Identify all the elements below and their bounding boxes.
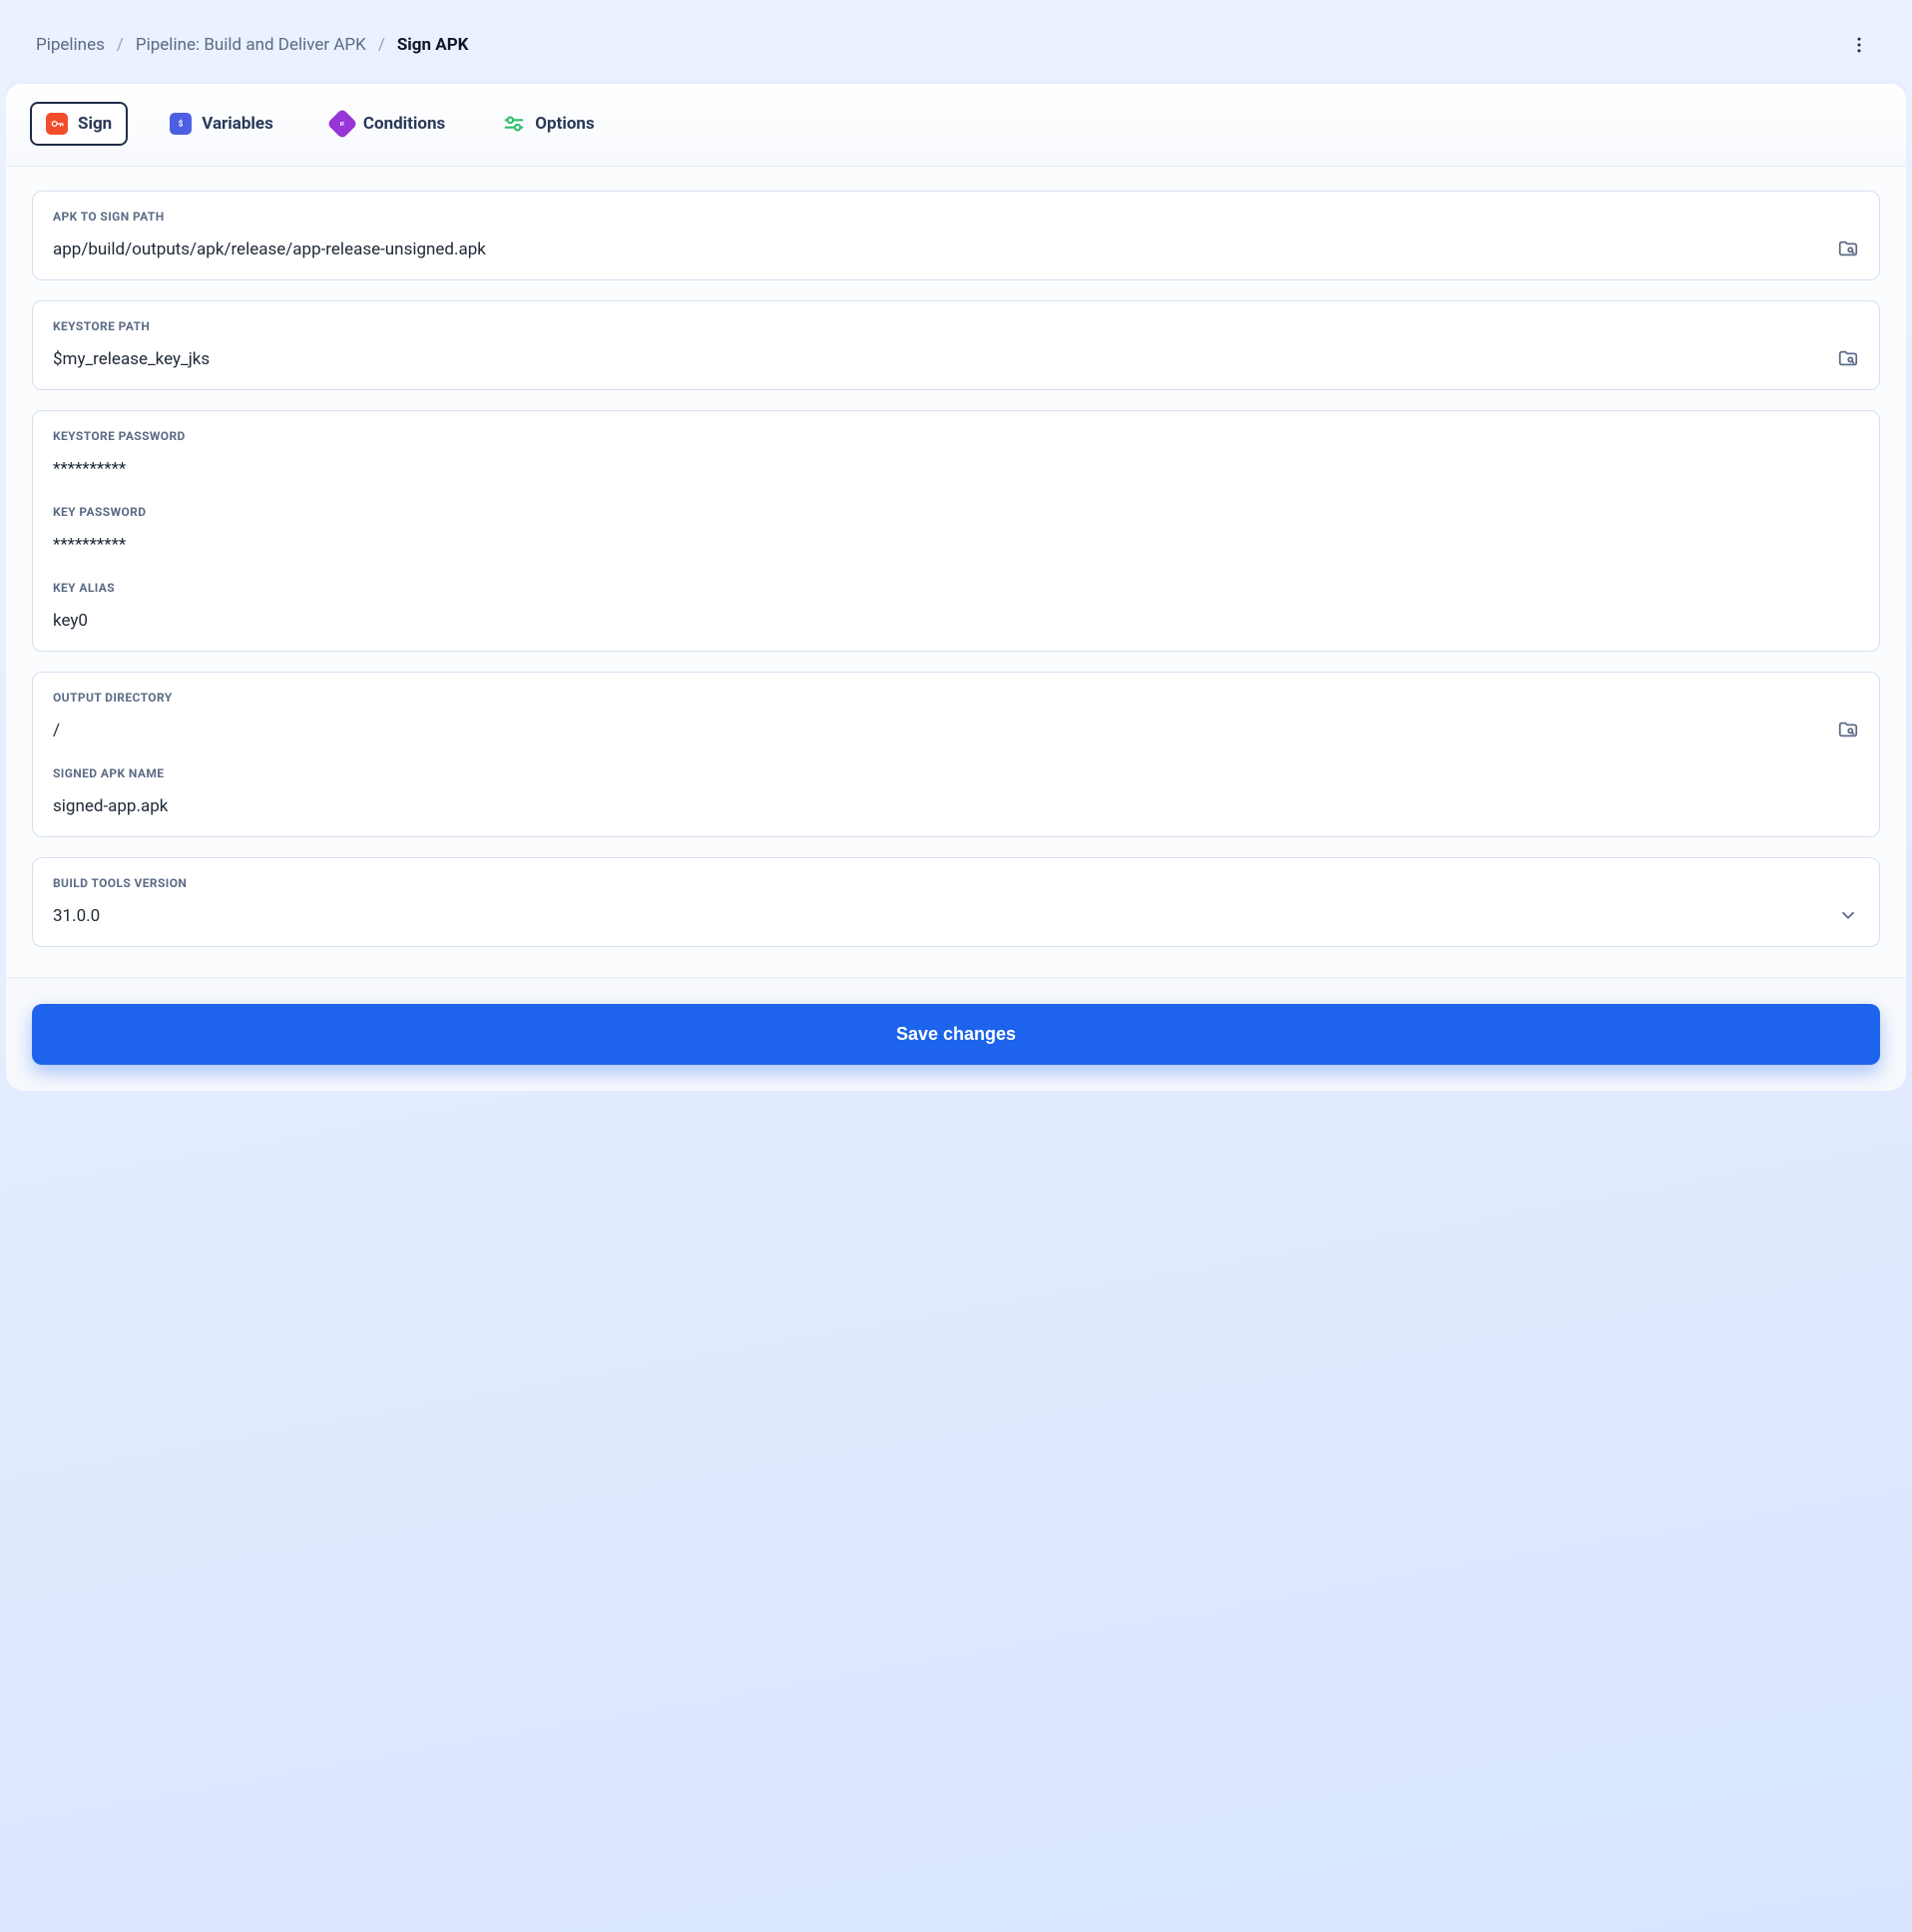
save-button[interactable]: Save changes <box>32 1004 1880 1065</box>
label-key-alias: KEY ALIAS <box>53 581 1859 595</box>
breadcrumb-separator: / <box>378 35 385 55</box>
group-output: OUTPUT DIRECTORY SIGNED APK NA <box>32 672 1880 837</box>
tab-options[interactable]: Options <box>487 102 610 146</box>
apk-path-input[interactable] <box>53 236 1821 261</box>
key-icon <box>46 113 68 135</box>
form-content: APK TO SIGN PATH <box>6 167 1906 977</box>
config-card: Sign $ Variables IF Conditions <box>6 84 1906 1091</box>
keystore-password-input[interactable] <box>53 455 1859 481</box>
build-tools-value[interactable] <box>53 902 1821 928</box>
folder-search-icon <box>1837 719 1859 740</box>
signed-apk-name-input[interactable] <box>53 792 1859 818</box>
key-password-input[interactable] <box>53 531 1859 557</box>
label-signed-apk-name: SIGNED APK NAME <box>53 766 1859 780</box>
label-build-tools-version: BUILD TOOLS VERSION <box>53 876 1859 890</box>
breadcrumb: Pipelines / Pipeline: Build and Deliver … <box>36 35 468 55</box>
label-keystore-password: KEYSTORE PASSWORD <box>53 429 1859 443</box>
tabs: Sign $ Variables IF Conditions <box>30 102 1882 146</box>
more-options-button[interactable] <box>1842 28 1876 62</box>
group-build-tools: BUILD TOOLS VERSION <box>32 857 1880 947</box>
tab-sign[interactable]: Sign <box>30 102 128 146</box>
tab-label: Sign <box>78 114 112 134</box>
output-directory-input[interactable] <box>53 717 1821 742</box>
browse-keystore-path-button[interactable] <box>1837 347 1859 369</box>
ellipsis-vertical-icon <box>1849 35 1869 55</box>
folder-search-icon <box>1837 347 1859 369</box>
label-output-directory: OUTPUT DIRECTORY <box>53 691 1859 705</box>
breadcrumb-current: Sign APK <box>397 35 469 55</box>
tab-label: Variables <box>202 114 273 134</box>
browse-apk-path-button[interactable] <box>1837 238 1859 259</box>
group-credentials: KEYSTORE PASSWORD KEY PASSWORD KEY ALIAS <box>32 410 1880 652</box>
label-apk-path: APK TO SIGN PATH <box>53 210 1859 224</box>
breadcrumb-separator: / <box>117 35 124 55</box>
if-icon: IF <box>326 108 357 139</box>
label-keystore-path: KEYSTORE PATH <box>53 319 1859 333</box>
tab-label: Conditions <box>363 114 445 134</box>
svg-text:IF: IF <box>340 122 345 128</box>
folder-search-icon <box>1837 238 1859 259</box>
keystore-path-input[interactable] <box>53 345 1821 371</box>
group-apk-path: APK TO SIGN PATH <box>32 191 1880 280</box>
key-alias-input[interactable] <box>53 607 1859 633</box>
chevron-down-icon <box>1837 904 1859 926</box>
tab-variables[interactable]: $ Variables <box>154 102 289 146</box>
dollar-icon: $ <box>170 113 192 135</box>
svg-text:$: $ <box>179 120 184 129</box>
sliders-icon <box>503 113 525 135</box>
tab-conditions[interactable]: IF Conditions <box>315 102 461 146</box>
tab-label: Options <box>535 114 594 134</box>
breadcrumb-pipeline-build-deliver[interactable]: Pipeline: Build and Deliver APK <box>136 35 366 55</box>
group-keystore-path: KEYSTORE PATH <box>32 300 1880 390</box>
label-key-password: KEY PASSWORD <box>53 505 1859 519</box>
build-tools-select[interactable] <box>53 902 1859 928</box>
header-bar: Pipelines / Pipeline: Build and Deliver … <box>6 6 1906 84</box>
browse-output-dir-button[interactable] <box>1837 719 1859 740</box>
breadcrumb-pipelines[interactable]: Pipelines <box>36 35 105 55</box>
